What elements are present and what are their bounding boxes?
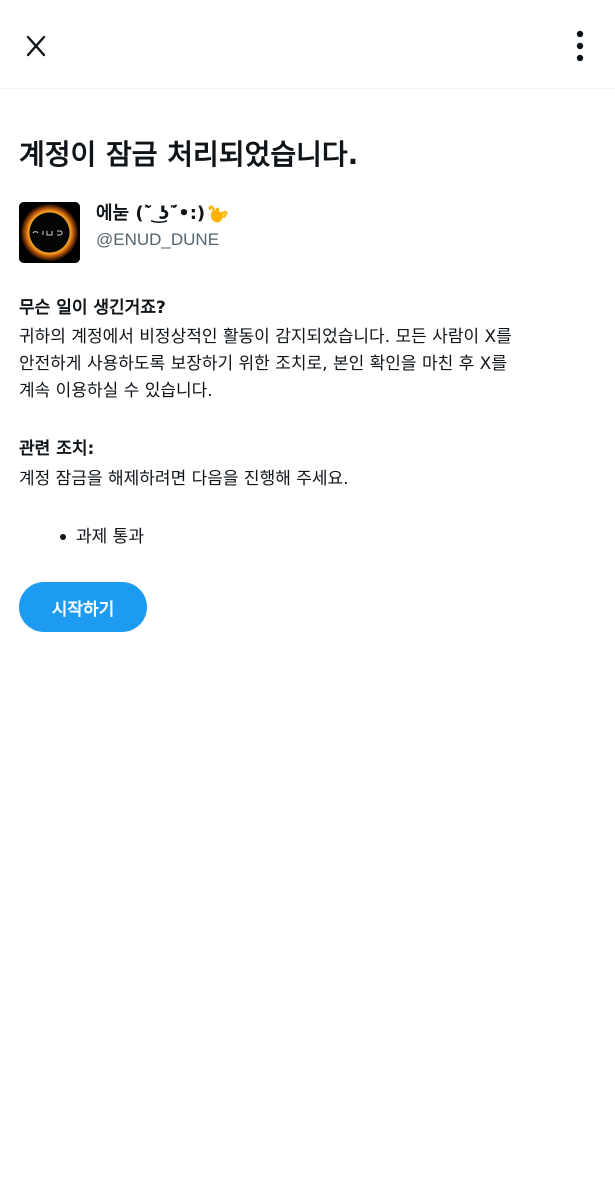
what-happened-line-1: 귀하의 계정에서 비정상적인 활동이 감지되었습니다. 모든 사람이 X를	[19, 327, 512, 347]
page-title: 계정이 잠금 처리되었습니다.	[19, 138, 359, 171]
bullet-icon	[60, 534, 66, 540]
top-bar	[0, 0, 615, 89]
list-item: 과제 통과	[60, 525, 144, 549]
more-options-button[interactable]	[560, 26, 600, 66]
what-happened-line-3: 계속 이용하실 수 있습니다.	[19, 381, 213, 401]
account-handle: @ENUD_DUNE	[96, 230, 220, 249]
close-button[interactable]	[18, 26, 54, 66]
related-action-heading: 관련 조치:	[19, 439, 95, 459]
display-name-text: 에눋 (˜̀ ͜ʖ˜́•:)	[96, 203, 206, 224]
related-action-description: 계정 잠금을 해제하려면 다음을 진행해 주세요.	[19, 469, 349, 489]
what-happened-heading: 무슨 일이 생긴거죠?	[19, 298, 166, 318]
avatar	[19, 202, 80, 263]
eclipse-ring-avatar	[19, 202, 80, 263]
what-happened-line-2: 안전하게 사용하도록 보장하기 위한 조치로, 본인 확인을 마친 후 X를	[19, 354, 507, 374]
account-display-name: 에눋 (˜̀ ͜ʖ˜́•:)	[96, 201, 229, 227]
vertical-ellipsis-icon	[576, 30, 584, 62]
required-steps-list: 과제 통과	[60, 525, 144, 549]
step-label: 과제 통과	[76, 527, 144, 547]
start-button[interactable]: 시작하기	[19, 582, 147, 632]
x-logo-close-icon	[26, 35, 46, 57]
call-me-hand-emoji-icon	[208, 205, 228, 223]
